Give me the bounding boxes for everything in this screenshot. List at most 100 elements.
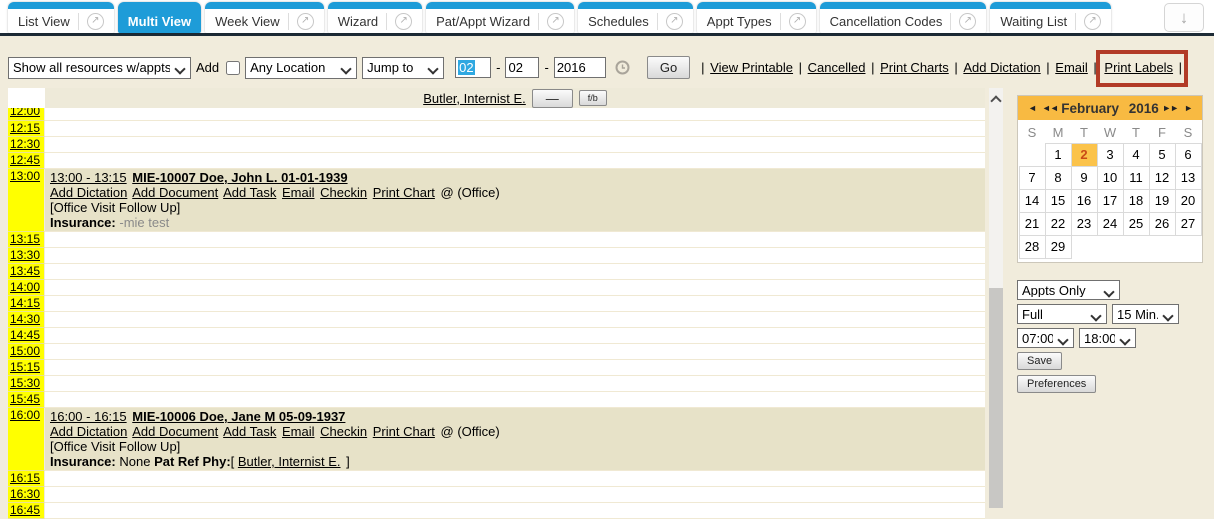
- time-slot-link[interactable]: 14:45: [10, 328, 40, 342]
- patient-link[interactable]: MIE-10006 Doe, Jane M 05-09-1937: [132, 409, 345, 424]
- preferences-button[interactable]: Preferences: [1017, 375, 1096, 393]
- appointment-action-print-chart[interactable]: Print Chart: [373, 424, 435, 439]
- calendar-day[interactable]: 20: [1175, 189, 1201, 212]
- date-year-input[interactable]: 2016: [554, 57, 606, 78]
- calendar-day[interactable]: 4: [1123, 143, 1149, 166]
- calendar-day[interactable]: 9: [1071, 166, 1097, 189]
- empty-slot-cell[interactable]: [45, 344, 985, 360]
- calendar-day[interactable]: 29: [1045, 235, 1071, 258]
- jump-to-select[interactable]: Jump to: [363, 58, 443, 78]
- calendar-day[interactable]: 25: [1123, 212, 1149, 235]
- collapse-panel-button[interactable]: ↓: [1164, 3, 1204, 32]
- appointment-action-email[interactable]: Email: [282, 424, 315, 439]
- calendar-day[interactable]: 6: [1175, 143, 1201, 166]
- empty-slot-cell[interactable]: [45, 153, 985, 169]
- toolbar-link-add-dictation[interactable]: Add Dictation: [963, 60, 1040, 75]
- appointment-action-email[interactable]: Email: [282, 185, 315, 200]
- tab-wizard[interactable]: Wizard↗: [328, 2, 422, 33]
- empty-slot-cell[interactable]: [45, 471, 985, 487]
- scroll-up-button[interactable]: [989, 88, 1003, 108]
- next-year-icon[interactable]: ►►: [1159, 103, 1181, 113]
- calendar-day[interactable]: 12: [1149, 166, 1175, 189]
- time-slot-link[interactable]: 15:45: [10, 392, 40, 406]
- time-slot-link[interactable]: 15:30: [10, 376, 40, 390]
- tab-cancellation-codes[interactable]: Cancellation Codes↗: [820, 2, 987, 33]
- calendar-day[interactable]: 5: [1149, 143, 1175, 166]
- prev-year-icon[interactable]: ◄◄: [1039, 103, 1061, 113]
- location-filter-select[interactable]: Any Location: [246, 58, 356, 78]
- calendar-day[interactable]: 18: [1123, 189, 1149, 212]
- empty-slot-cell[interactable]: [45, 248, 985, 264]
- toolbar-link-print-charts[interactable]: Print Charts: [880, 60, 949, 75]
- calendar-day[interactable]: 17: [1097, 189, 1123, 212]
- clock-icon[interactable]: [615, 60, 630, 75]
- appointment-action-add-task[interactable]: Add Task: [223, 185, 276, 200]
- scrollbar-thumb[interactable]: [989, 288, 1003, 508]
- open-in-new-window-icon[interactable]: ↗: [666, 13, 683, 30]
- open-in-new-window-icon[interactable]: ↗: [547, 13, 564, 30]
- empty-slot-cell[interactable]: [45, 296, 985, 312]
- time-slot-link[interactable]: 13:15: [10, 232, 40, 246]
- empty-slot-cell[interactable]: [45, 487, 985, 503]
- time-slot-link[interactable]: 15:15: [10, 360, 40, 374]
- time-slot-link[interactable]: 13:00: [10, 169, 40, 183]
- calendar-day[interactable]: 10: [1097, 166, 1123, 189]
- date-day-input[interactable]: 02: [505, 57, 539, 78]
- calendar-day[interactable]: 7: [1019, 166, 1045, 189]
- empty-slot-cell[interactable]: [45, 121, 985, 137]
- empty-slot-cell[interactable]: [45, 108, 985, 121]
- calendar-day[interactable]: 24: [1097, 212, 1123, 235]
- save-button[interactable]: Save: [1017, 352, 1062, 370]
- calendar-day[interactable]: 27: [1175, 212, 1201, 235]
- fb-button[interactable]: f/b: [579, 90, 607, 106]
- view-mode-select[interactable]: Appts Only: [1018, 281, 1119, 299]
- calendar-day[interactable]: 11: [1123, 166, 1149, 189]
- open-in-new-window-icon[interactable]: ↗: [297, 13, 314, 30]
- prev-month-icon[interactable]: ◄: [1025, 103, 1039, 113]
- time-slot-link[interactable]: 14:00: [10, 280, 40, 294]
- open-in-new-window-icon[interactable]: ↗: [1084, 13, 1101, 30]
- time-slot-link[interactable]: 12:15: [10, 121, 40, 135]
- go-button[interactable]: Go: [647, 56, 690, 79]
- time-slot-link[interactable]: 16:00: [10, 408, 40, 422]
- empty-slot-cell[interactable]: [45, 280, 985, 296]
- time-slot-link[interactable]: 14:15: [10, 296, 40, 310]
- toolbar-link-email[interactable]: Email: [1055, 60, 1088, 75]
- time-slot-link[interactable]: 16:30: [10, 487, 40, 501]
- size-select[interactable]: Full: [1018, 305, 1106, 323]
- calendar-day[interactable]: 15: [1045, 189, 1071, 212]
- resource-name-link[interactable]: Butler, Internist E.: [423, 91, 526, 106]
- time-slot-link[interactable]: 12:00: [10, 108, 44, 118]
- tab-waiting-list[interactable]: Waiting List↗: [990, 2, 1111, 33]
- calendar-day[interactable]: 23: [1071, 212, 1097, 235]
- tab-week-view[interactable]: Week View↗: [205, 2, 324, 33]
- calendar-day[interactable]: 28: [1019, 235, 1045, 258]
- empty-slot-cell[interactable]: [45, 137, 985, 153]
- calendar-day[interactable]: 26: [1149, 212, 1175, 235]
- tab-list-view[interactable]: List View↗: [8, 2, 114, 33]
- ref-phy-link[interactable]: Butler, Internist E.: [238, 454, 341, 469]
- time-slot-link[interactable]: 14:30: [10, 312, 40, 326]
- calendar-day-selected[interactable]: 2: [1071, 143, 1097, 166]
- tab-pat-appt-wizard[interactable]: Pat/Appt Wizard↗: [426, 2, 574, 33]
- time-slot-link[interactable]: 13:45: [10, 264, 40, 278]
- open-in-new-window-icon[interactable]: ↗: [959, 13, 976, 30]
- next-month-icon[interactable]: ►: [1181, 103, 1195, 113]
- toolbar-link-print-labels[interactable]: Print Labels: [1104, 60, 1173, 75]
- appointment-action-add-dictation[interactable]: Add Dictation: [50, 185, 127, 200]
- appointment-time-link[interactable]: 13:00 - 13:15: [50, 170, 127, 185]
- toolbar-link-cancelled[interactable]: Cancelled: [808, 60, 866, 75]
- empty-slot-cell[interactable]: [45, 264, 985, 280]
- time-slot-link[interactable]: 16:45: [10, 503, 40, 517]
- empty-slot-cell[interactable]: [45, 360, 985, 376]
- time-slot-link[interactable]: 12:30: [10, 137, 40, 151]
- calendar-day[interactable]: 21: [1019, 212, 1045, 235]
- empty-slot-cell[interactable]: [45, 503, 985, 519]
- open-in-new-window-icon[interactable]: ↗: [87, 13, 104, 30]
- tab-multi-view[interactable]: Multi View: [118, 2, 201, 33]
- calendar-day[interactable]: 3: [1097, 143, 1123, 166]
- calendar-day[interactable]: 16: [1071, 189, 1097, 212]
- time-slot-link[interactable]: 13:30: [10, 248, 40, 262]
- start-time-select[interactable]: 07:00: [1018, 329, 1073, 347]
- appointment-action-print-chart[interactable]: Print Chart: [373, 185, 435, 200]
